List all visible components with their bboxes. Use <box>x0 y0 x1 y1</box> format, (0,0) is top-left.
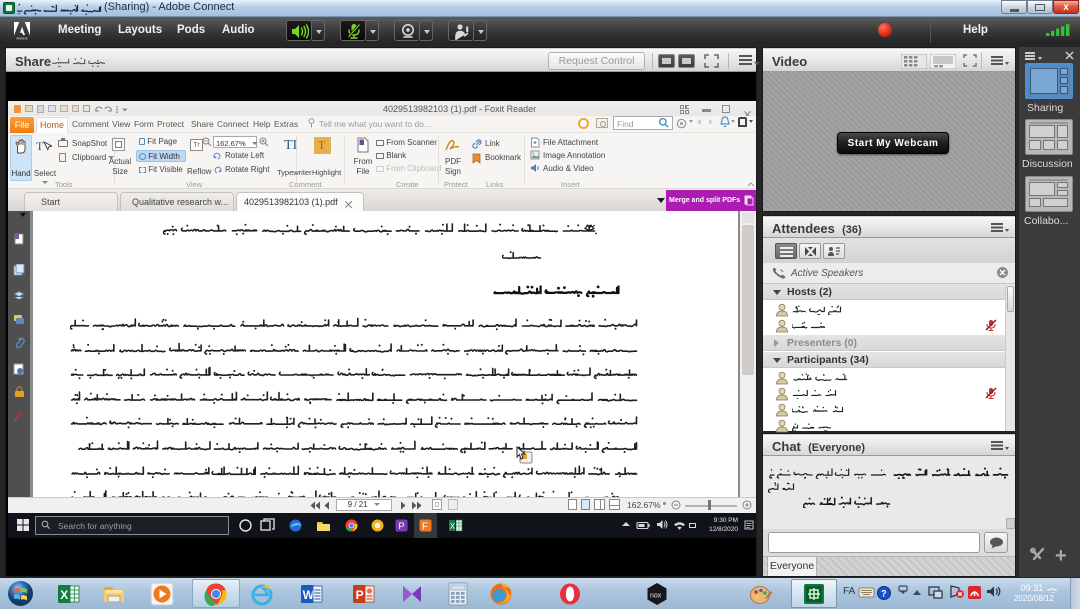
svg-text:Adobe: Adobe <box>16 36 28 41</box>
svg-text:P: P <box>399 521 405 531</box>
svg-text:T: T <box>36 139 44 153</box>
svg-text:X: X <box>450 522 456 531</box>
svg-text:P: P <box>356 588 364 602</box>
svg-text:X: X <box>60 588 68 602</box>
svg-text:nox: nox <box>650 593 662 600</box>
svg-text:?: ? <box>881 589 887 599</box>
svg-text:F: F <box>422 522 428 533</box>
